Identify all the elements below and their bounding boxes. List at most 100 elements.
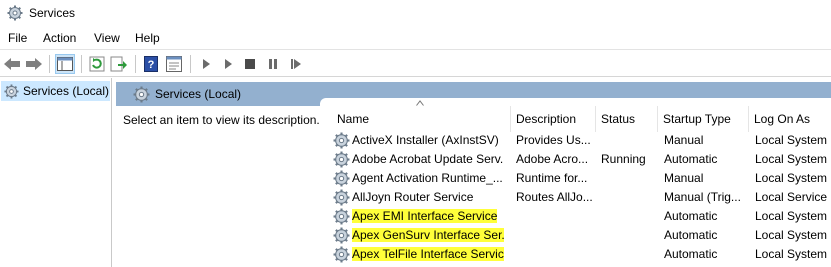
toolbar-separator: [190, 55, 191, 73]
services-gear-icon: [4, 83, 19, 99]
toolbar-separator: [49, 55, 50, 73]
service-name-text: ActiveX Installer (AxInstSV): [352, 133, 499, 147]
menu-action[interactable]: Action: [43, 31, 76, 45]
start-service-alt-button[interactable]: [218, 54, 238, 74]
service-startup-type: Manual (Trig...: [664, 190, 741, 204]
table-row[interactable]: Apex TelFile Interface Service Automatic L…: [320, 245, 831, 264]
service-log-on-as: Local System: [755, 133, 828, 147]
title-bar: Services: [0, 0, 831, 27]
console-tree-icon: [57, 57, 73, 71]
column-header-startup-type[interactable]: Startup Type: [663, 112, 731, 126]
restart-service-button[interactable]: [286, 54, 306, 74]
service-log-on-as: Local System: [755, 228, 828, 242]
column-divider[interactable]: [510, 106, 511, 132]
column-header-log-on-as[interactable]: Log On As: [754, 112, 810, 126]
service-gear-icon: [333, 189, 350, 206]
properties-button[interactable]: [164, 54, 184, 74]
svg-text:?: ?: [148, 59, 155, 71]
service-startup-type: Manual: [664, 171, 704, 185]
show-hide-console-tree-button[interactable]: [55, 54, 75, 74]
table-row[interactable]: Agent Activation Runtime_... Runtime for.…: [320, 169, 831, 188]
description-prompt: Select an item to view its description.: [123, 113, 320, 127]
service-log-on-as: Local System: [755, 171, 828, 185]
service-name-text: AllJoyn Router Service: [352, 190, 474, 204]
service-startup-type: Automatic: [664, 228, 718, 242]
table-row[interactable]: Apex GenSurv Interface Ser... Automatic Lo…: [320, 226, 831, 245]
window-title: Services: [29, 6, 76, 20]
service-name-text: Agent Activation Runtime_...: [352, 171, 503, 185]
service-gear-icon: [333, 208, 350, 225]
forward-arrow-icon: [26, 58, 42, 70]
help-book-icon: ?: [144, 56, 158, 72]
column-header-name[interactable]: Name: [337, 112, 369, 126]
export-list-button[interactable]: [109, 54, 129, 74]
service-name-text: Apex TelFile Interface Service: [352, 247, 504, 261]
table-header: Name Description Status Startup Type Log…: [320, 98, 831, 134]
services-gear-icon: [7, 5, 23, 21]
service-name: Apex EMI Interface Service: [352, 209, 504, 223]
stop-icon: [245, 59, 255, 69]
restart-icon: [291, 59, 301, 69]
refresh-button[interactable]: [87, 54, 107, 74]
play-icon: [225, 59, 232, 69]
column-divider[interactable]: [748, 106, 749, 132]
table-row[interactable]: Apex EMI Interface Service Automatic Local…: [320, 207, 831, 226]
service-description: Runtime for...: [516, 171, 588, 185]
start-service-button[interactable]: [196, 54, 216, 74]
service-name: Apex GenSurv Interface Ser...: [352, 228, 504, 242]
service-status: Running: [601, 152, 646, 166]
service-log-on-as: Local System: [755, 247, 828, 261]
menu-help[interactable]: Help: [135, 31, 160, 45]
tree-item-label: Services (Local): [22, 84, 109, 98]
service-startup-type: Manual: [664, 133, 704, 147]
services-gear-icon: [133, 86, 150, 102]
menu-file[interactable]: File: [8, 31, 27, 45]
forward-button[interactable]: [24, 54, 44, 74]
refresh-icon: [89, 56, 105, 72]
pause-icon: [269, 59, 277, 69]
back-button[interactable]: [2, 54, 22, 74]
help-button[interactable]: ?: [141, 54, 161, 74]
console-tree: Services (Local): [0, 78, 112, 267]
column-header-status[interactable]: Status: [601, 112, 635, 126]
menu-view[interactable]: View: [94, 31, 120, 45]
service-startup-type: Automatic: [664, 152, 718, 166]
column-divider[interactable]: [657, 106, 658, 132]
service-name-text: Adobe Acrobat Update Serv...: [352, 152, 504, 166]
table-row[interactable]: ActiveX Installer (AxInstSV) Provides Us.…: [320, 131, 831, 150]
service-gear-icon: [333, 151, 350, 168]
service-log-on-as: Local Service: [755, 190, 828, 204]
service-description: Adobe Acro...: [516, 152, 589, 166]
toolbar-separator: [135, 55, 136, 73]
play-icon: [203, 59, 210, 69]
column-divider[interactable]: [595, 106, 596, 132]
service-startup-type: Automatic: [664, 209, 718, 223]
sort-ascending-icon: [416, 100, 424, 106]
service-name: ActiveX Installer (AxInstSV): [352, 133, 504, 147]
services-table: Name Description Status Startup Type Log…: [320, 98, 831, 267]
export-list-icon: [110, 56, 127, 72]
service-startup-type: Automatic: [664, 247, 718, 261]
service-name: Adobe Acrobat Update Serv...: [352, 152, 504, 166]
pane-header-label: Services (Local): [155, 87, 242, 101]
service-gear-icon: [333, 170, 350, 187]
service-name: AllJoyn Router Service: [352, 190, 504, 204]
table-row[interactable]: AllJoyn Router Service Routes AllJo... Man…: [320, 188, 831, 207]
service-name-text: Apex GenSurv Interface Ser...: [352, 228, 504, 242]
stop-service-button[interactable]: [240, 54, 260, 74]
service-log-on-as: Local System: [755, 209, 828, 223]
tree-item-services-local[interactable]: Services (Local): [1, 81, 110, 101]
toolbar-separator: [81, 55, 82, 73]
service-log-on-as: Local System: [755, 152, 828, 166]
service-name: Agent Activation Runtime_...: [352, 171, 504, 185]
column-header-description[interactable]: Description: [516, 112, 576, 126]
service-description: Provides Us...: [516, 133, 591, 147]
service-name-text: Apex EMI Interface Service: [352, 209, 498, 223]
back-arrow-icon: [4, 58, 20, 70]
service-gear-icon: [333, 246, 350, 263]
service-name: Apex TelFile Interface Service: [352, 247, 504, 261]
pause-service-button[interactable]: [263, 54, 283, 74]
table-row[interactable]: Adobe Acrobat Update Serv... Adobe Acro..…: [320, 150, 831, 169]
menu-bar: File Action View Help: [0, 28, 831, 49]
toolbar: ?: [0, 49, 831, 77]
